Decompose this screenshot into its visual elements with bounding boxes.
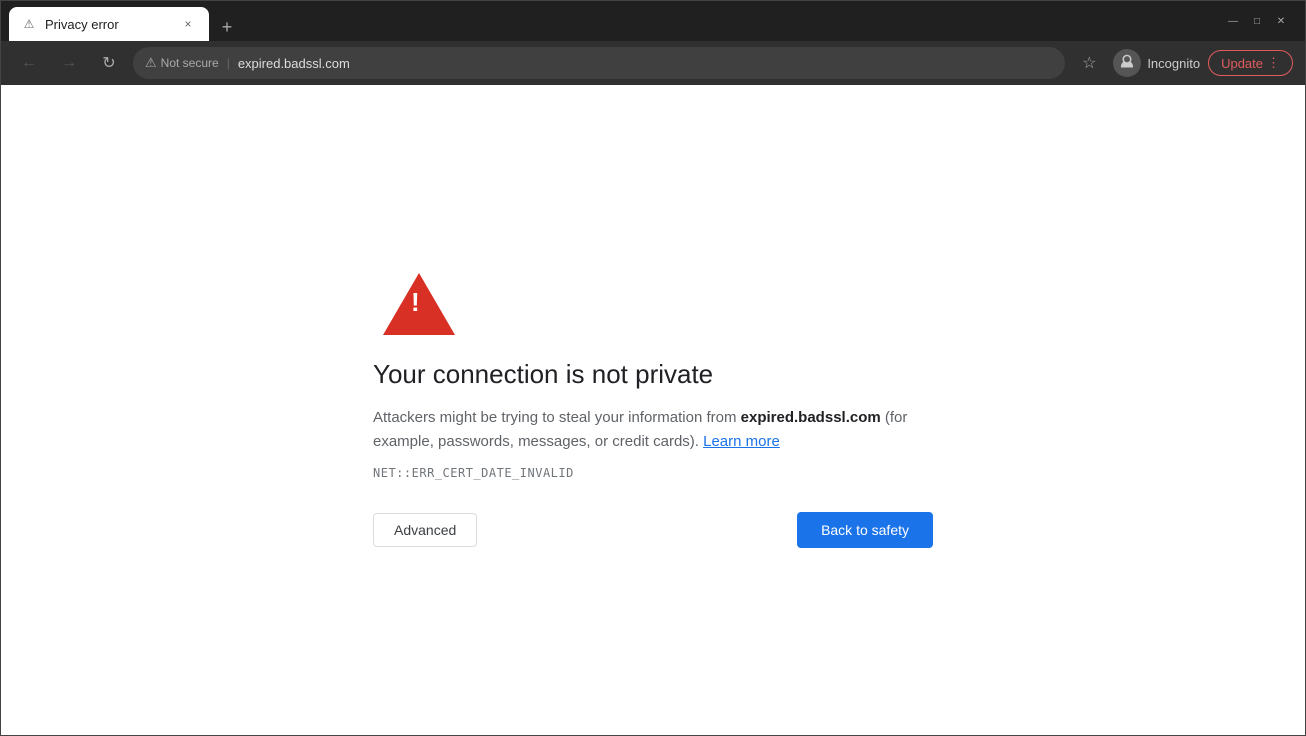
button-row: Advanced Back to safety: [373, 512, 933, 548]
incognito-label: Incognito: [1147, 56, 1200, 71]
warning-triangle-icon: ⚠: [145, 55, 157, 71]
new-tab-button[interactable]: +: [213, 13, 241, 41]
not-secure-label: Not secure: [161, 56, 219, 70]
back-button[interactable]: ←: [13, 47, 45, 79]
window-controls: — □ ✕: [1225, 13, 1297, 29]
error-domain: expired.badssl.com: [741, 409, 881, 426]
forward-button[interactable]: →: [53, 47, 85, 79]
tab-title: Privacy error: [45, 17, 171, 32]
title-bar: ⚠ Privacy error × + — □ ✕: [1, 1, 1305, 41]
error-description: Attackers might be trying to steal your …: [373, 406, 933, 454]
back-to-safety-button[interactable]: Back to safety: [797, 512, 933, 548]
not-secure-indicator: ⚠ Not secure: [145, 55, 219, 71]
tab-favicon-icon: ⚠: [21, 16, 37, 32]
error-code: NET::ERR_CERT_DATE_INVALID: [373, 466, 574, 480]
tab-strip: ⚠ Privacy error × +: [9, 1, 1225, 41]
update-menu-icon: ⋮: [1267, 55, 1280, 71]
toolbar-right: ☆ Incognito Update ⋮: [1073, 47, 1293, 79]
update-button[interactable]: Update ⋮: [1208, 50, 1293, 76]
warning-icon: [383, 273, 455, 335]
advanced-button[interactable]: Advanced: [373, 513, 477, 547]
minimize-button[interactable]: —: [1225, 13, 1241, 29]
description-prefix: Attackers might be trying to steal your …: [373, 409, 741, 426]
close-button[interactable]: ✕: [1273, 13, 1289, 29]
error-title: Your connection is not private: [373, 359, 713, 390]
incognito-icon: [1113, 49, 1141, 77]
address-bar[interactable]: ⚠ Not secure | expired.badssl.com: [133, 47, 1065, 79]
browser-toolbar: ← → ↻ ⚠ Not secure | expired.badssl.com …: [1, 41, 1305, 85]
learn-more-link[interactable]: Learn more: [703, 433, 780, 450]
tab-close-button[interactable]: ×: [179, 15, 197, 33]
url-display: expired.badssl.com: [238, 56, 350, 71]
active-tab[interactable]: ⚠ Privacy error ×: [9, 7, 209, 41]
maximize-button[interactable]: □: [1249, 13, 1265, 29]
bookmark-star-button[interactable]: ☆: [1073, 47, 1105, 79]
incognito-button[interactable]: Incognito: [1113, 49, 1200, 77]
reload-button[interactable]: ↻: [93, 47, 125, 79]
page-content: Your connection is not private Attackers…: [1, 85, 1305, 735]
error-container: Your connection is not private Attackers…: [353, 233, 953, 588]
warning-triangle: [383, 273, 455, 335]
address-divider: |: [227, 56, 230, 70]
browser-window: ⚠ Privacy error × + — □ ✕ ← → ↻ ⚠ Not se…: [0, 0, 1306, 736]
update-button-label: Update: [1221, 56, 1263, 71]
